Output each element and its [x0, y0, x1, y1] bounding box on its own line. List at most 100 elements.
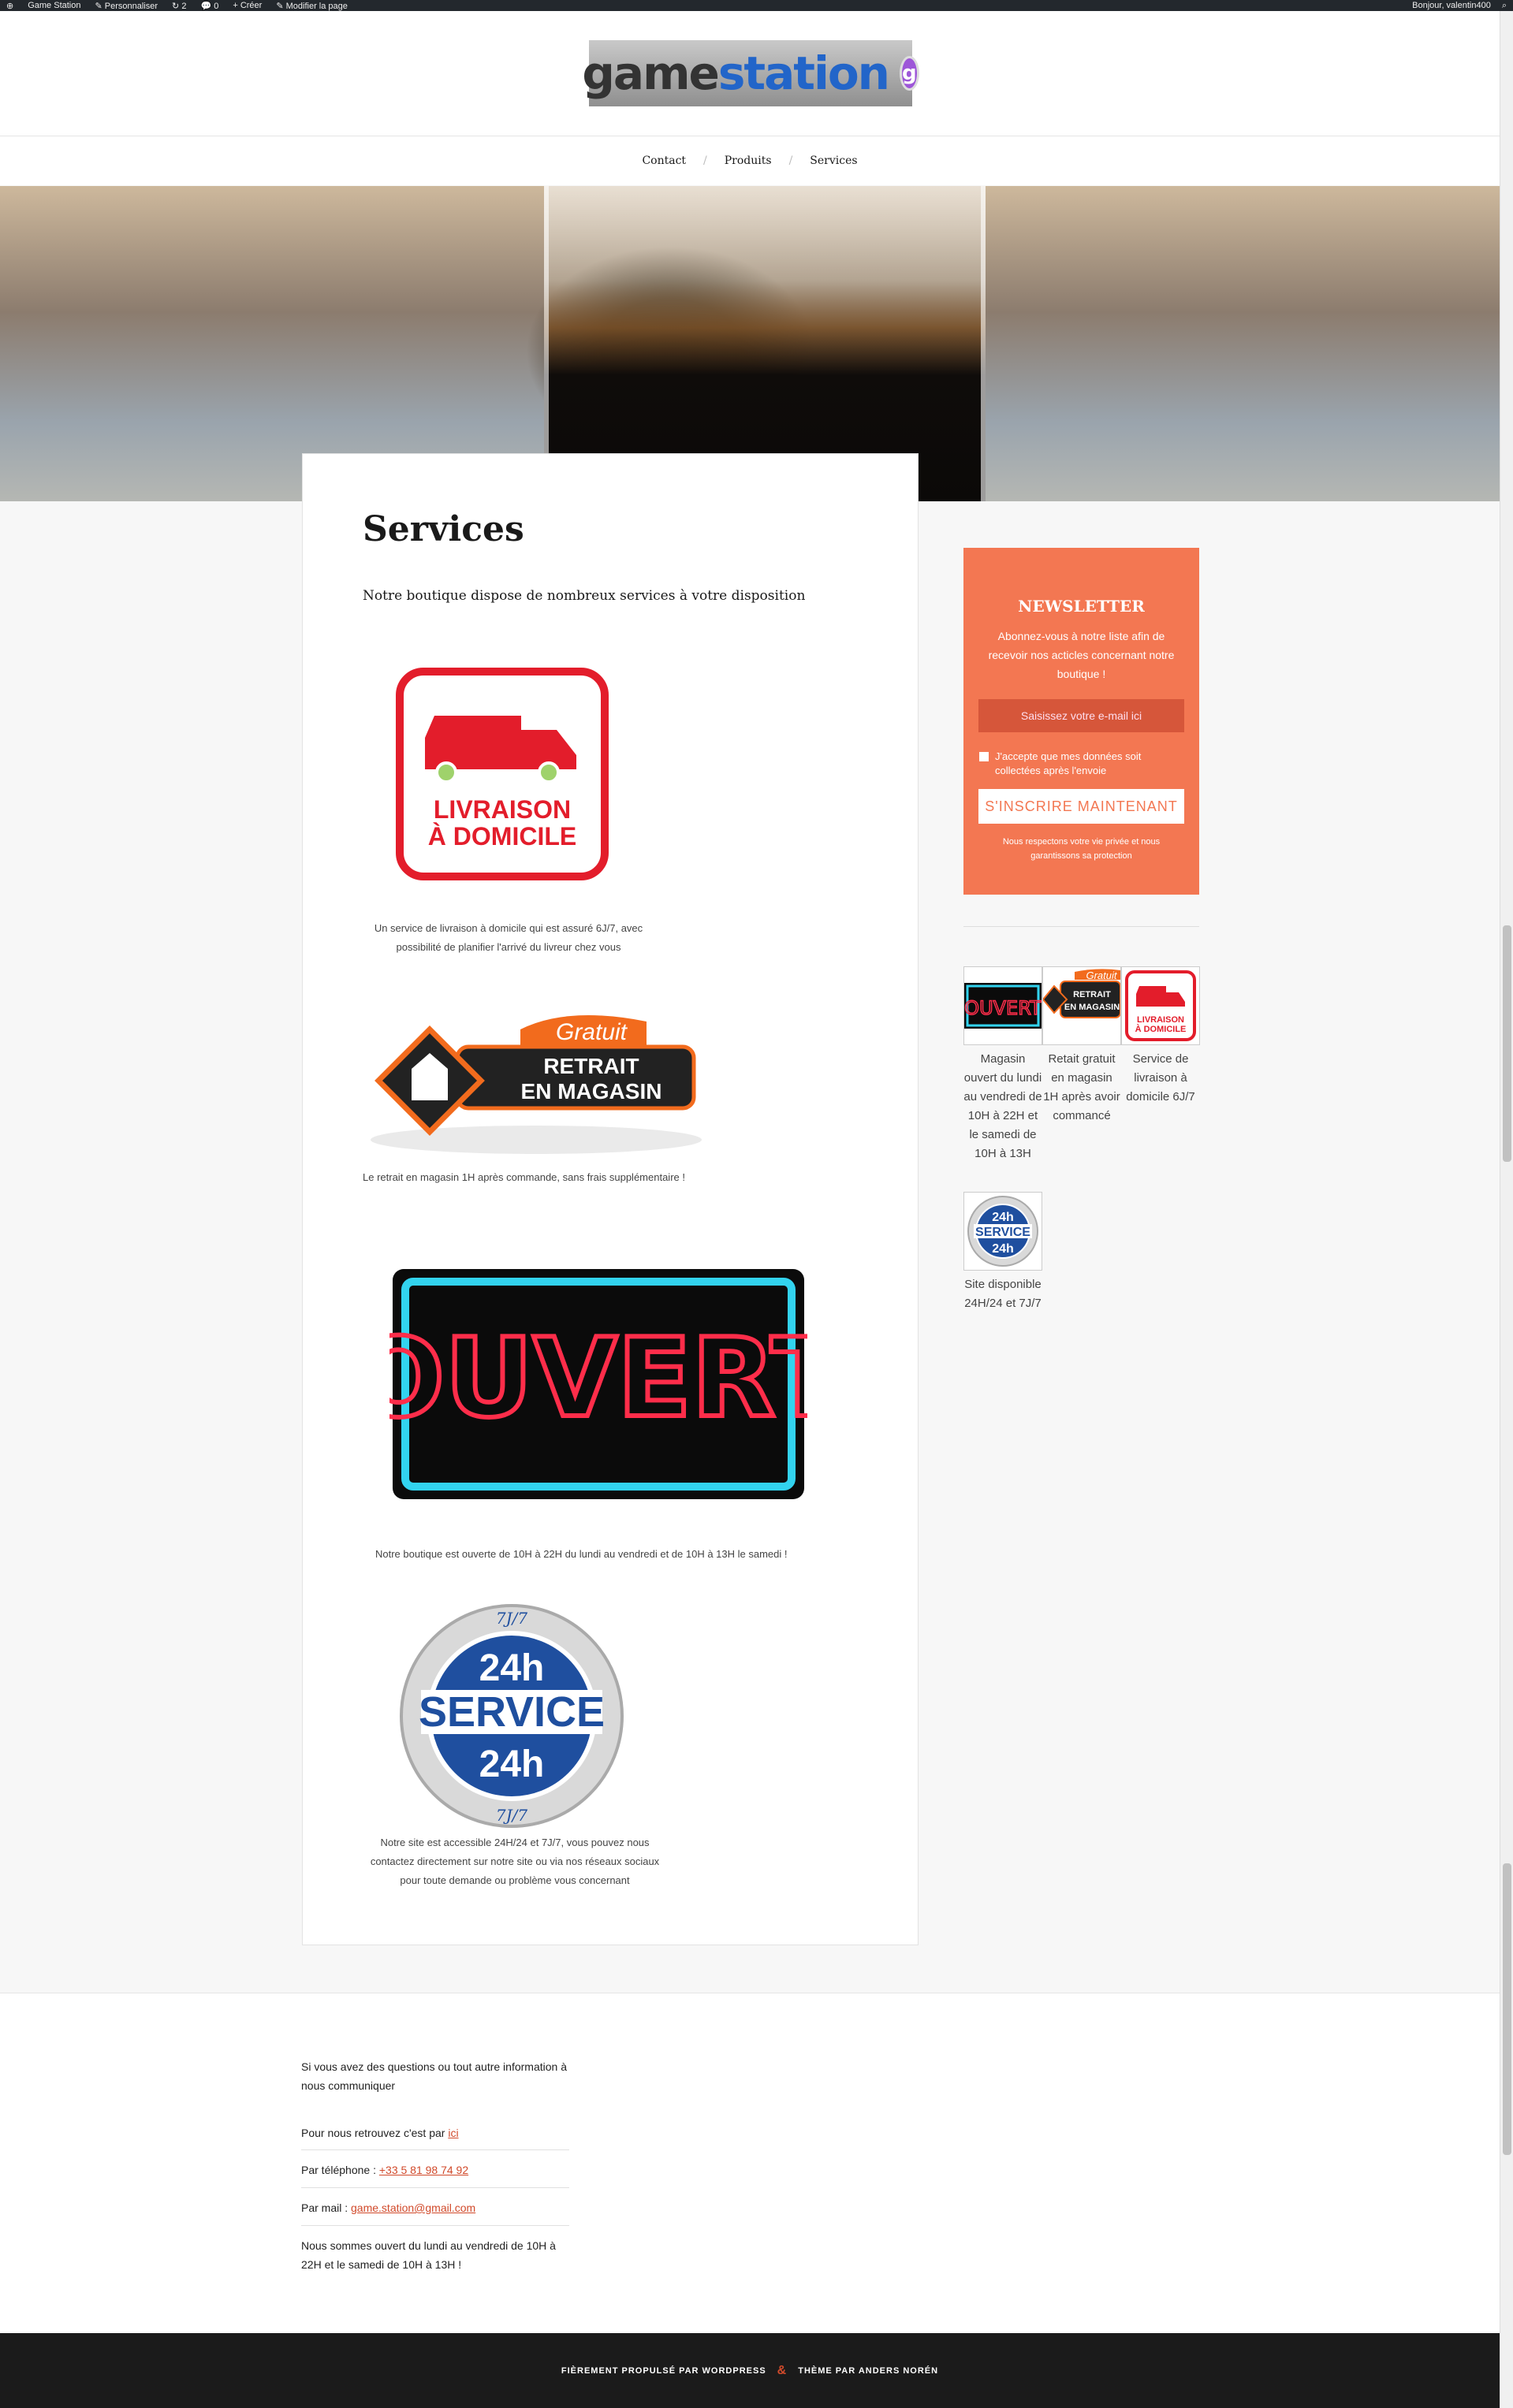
logo-text-game: game — [582, 47, 719, 100]
livraison-badge: LIVRAISON À DOMICILE — [396, 668, 609, 880]
admin-site-link[interactable]: Game Station — [28, 1, 80, 10]
main-navigation: Contact / Produits / Services — [0, 136, 1500, 185]
footer-phone-link[interactable]: +33 5 81 98 74 92 — [379, 2164, 468, 2176]
livraison-line1: LIVRAISON — [434, 795, 571, 824]
gallery-item-retrait[interactable]: Gratuit RETRAIT EN MAGASIN Retait gratuit … — [1042, 966, 1121, 1163]
ouvert-sign: OUVERT — [389, 1269, 807, 1499]
livraison-line2: À DOMICILE — [428, 822, 576, 850]
footer-mail: Par mail : game.station@gmail.com — [301, 2198, 569, 2217]
newsletter-email-input[interactable]: Saisissez votre e-mail ici — [978, 699, 1184, 732]
gallery-retrait-free: Gratuit — [1086, 970, 1117, 981]
wordpress-logo-icon[interactable]: ⊕ — [6, 1, 13, 11]
consent-checkbox[interactable] — [979, 752, 989, 761]
retrait-badge: Gratuit RETRAIT EN MAGASIN — [371, 1015, 702, 1154]
site-credits: FIÈREMENT PROPULSÉ PAR WORDPRESS & THÈME… — [0, 2333, 1500, 2408]
gallery-retrait-l1: RETRAIT — [1073, 990, 1111, 999]
admin-edit-page-link[interactable]: ✎ Modifier la page — [276, 1, 348, 11]
gallery-thumb-ouvert[interactable]: OUVERT — [963, 966, 1042, 1045]
gallery-thumb-livraison[interactable]: LIVRAISON À DOMICILE — [1121, 966, 1200, 1045]
sidebar-divider — [963, 926, 1199, 927]
admin-updates-count: 2 — [181, 1, 187, 11]
footer-hours: Nous sommes ouvert du lundi au vendredi … — [301, 2239, 556, 2271]
footer-questions: Si vous avez des questions ou tout autre… — [301, 2060, 567, 2092]
scrollbar-thumb[interactable] — [1503, 925, 1511, 1162]
retrait-caption: Le retrait en magasin 1H après commande,… — [363, 1171, 685, 1183]
nav-item-contact[interactable]: Contact — [642, 154, 686, 167]
gallery-caption-livraison: Service de livraison à domicile 6J/7 — [1126, 1052, 1195, 1104]
newsletter-widget: NEWSLETTER Abonnez-vous à notre liste af… — [963, 548, 1199, 895]
admin-customize-label: Personnaliser — [104, 1, 158, 11]
page-scrollbar[interactable] — [1500, 11, 1513, 2408]
site-logo[interactable]: game station g — [582, 40, 919, 106]
gallery-item-livraison[interactable]: LIVRAISON À DOMICILE Service de livraison… — [1121, 966, 1200, 1163]
gallery-thumb-service[interactable]: 24h SERVICE 24h — [963, 1192, 1042, 1271]
credits-ampersand: & — [777, 2363, 788, 2377]
gallery-retrait-l2: EN MAGASIN — [1064, 1003, 1120, 1012]
gallery-thumb-retrait[interactable]: Gratuit RETRAIT EN MAGASIN — [1042, 966, 1121, 1045]
footer-divider — [301, 2187, 569, 2188]
admin-edit-label: Modifier la page — [285, 1, 348, 11]
service-24h-badge: 7J/7 24h SERVICE 24h 7J/7 — [400, 1604, 624, 1828]
newsletter-title: NEWSLETTER — [1018, 597, 1145, 616]
nav-item-services[interactable]: Services — [810, 154, 857, 167]
gallery-item-service[interactable]: 24h SERVICE 24h Site disponible 24H/24 et … — [963, 1192, 1042, 1313]
site-header: game station g — [0, 11, 1500, 136]
retrait-line2: EN MAGASIN — [521, 1079, 662, 1104]
admin-comments-link[interactable]: 💬 0 — [200, 1, 218, 11]
admin-updates-link[interactable]: ↻ 2 — [172, 1, 186, 11]
admin-comments-count: 0 — [214, 1, 219, 11]
footer-phone-prefix: Par téléphone : — [301, 2164, 379, 2176]
scrollbar-thumb[interactable] — [1503, 1863, 1511, 2155]
livraison-caption: Un service de livraison à domicile qui e… — [374, 922, 643, 953]
page-content: Services Notre boutique dispose de nombr… — [302, 453, 919, 1945]
service-caption: Notre site est accessible 24H/24 et 7J/7… — [370, 1837, 660, 1886]
gallery-caption-retrait: Retait gratuit en magasin 1H après avoir… — [1043, 1052, 1120, 1122]
page-title: Services — [363, 509, 524, 549]
service-7j7-top: 7J/7 — [496, 1609, 527, 1628]
gallery-livraison-l1: LIVRAISON — [1137, 1015, 1184, 1025]
footer-find-prefix: Pour nous retrouvez c'est par — [301, 2127, 449, 2139]
logo-badge-icon: g — [899, 56, 919, 91]
admin-new-label: Créer — [240, 1, 263, 10]
nav-separator: / — [788, 154, 793, 167]
gallery-caption-service: Site disponible 24H/24 et 7J/7 — [964, 1278, 1042, 1310]
service-24h-bottom: 24h — [479, 1744, 545, 1785]
gallery-service-word: SERVICE — [975, 1226, 1030, 1239]
footer-divider — [301, 2149, 569, 2150]
footer-find-us: Pour nous retrouvez c'est par ici — [301, 2123, 569, 2142]
gallery-service-24a: 24h — [992, 1211, 1014, 1224]
footer-mail-prefix: Par mail : — [301, 2201, 352, 2214]
sidebar: NEWSLETTER Abonnez-vous à notre liste af… — [963, 548, 1200, 1313]
footer-phone: Par téléphone : +33 5 81 98 74 92 — [301, 2161, 569, 2179]
admin-bar: ⊕ Game Station ✎ Personnaliser ↻ 2 💬 0 +… — [0, 0, 1513, 11]
retrait-free-label: Gratuit — [556, 1019, 628, 1045]
retrait-line1: RETRAIT — [543, 1054, 639, 1078]
admin-customize-link[interactable]: ✎ Personnaliser — [95, 1, 158, 11]
page-intro: Notre boutique dispose de nombreux servi… — [363, 588, 806, 604]
gallery-item-ouvert[interactable]: OUVERT Magasin ouvert du lundi au vendre… — [963, 966, 1042, 1163]
gallery-livraison-l2: À DOMICILE — [1135, 1024, 1187, 1034]
service-24h-top: 24h — [479, 1647, 545, 1689]
service-word: SERVICE — [419, 1688, 605, 1736]
gallery-service-24b: 24h — [992, 1242, 1014, 1256]
gallery-caption-ouvert: Magasin ouvert du lundi au vendredi de 1… — [963, 1052, 1042, 1160]
newsletter-description: Abonnez-vous à notre liste afin de recev… — [988, 630, 1175, 680]
ouvert-caption: Notre boutique est ouverte de 10H à 22H … — [375, 1548, 788, 1560]
search-icon[interactable]: ⌕ — [1502, 1, 1507, 11]
ouvert-neon-text: OUVERT — [389, 1315, 807, 1442]
admin-new-link[interactable]: + Créer — [233, 1, 262, 10]
newsletter-subscribe-button[interactable]: S'INSCRIRE MAINTENANT — [978, 789, 1184, 824]
credits-theme-link[interactable]: THÈME PAR ANDERS NORÉN — [798, 2366, 938, 2376]
footer-divider — [301, 2225, 569, 2226]
nav-item-produits[interactable]: Produits — [725, 154, 772, 167]
footer-mail-link[interactable]: game.station@gmail.com — [351, 2201, 475, 2214]
sidebar-gallery: OUVERT Magasin ouvert du lundi au vendre… — [963, 966, 1200, 1313]
newsletter-privacy-note: Nous respectons votre vie privée et nous… — [1002, 837, 1161, 861]
service-7j7-bottom: 7J/7 — [496, 1806, 527, 1825]
logo-text-station: station — [717, 47, 890, 100]
admin-account-link[interactable]: Bonjour, valentin400 — [1412, 1, 1491, 10]
gallery-ouvert-text: OUVERT — [964, 997, 1042, 1019]
credits-wordpress-link[interactable]: FIÈREMENT PROPULSÉ PAR WORDPRESS — [561, 2366, 766, 2376]
footer-find-link[interactable]: ici — [448, 2127, 458, 2139]
newsletter-consent: J'accepte que mes données soit collectée… — [979, 750, 1183, 778]
